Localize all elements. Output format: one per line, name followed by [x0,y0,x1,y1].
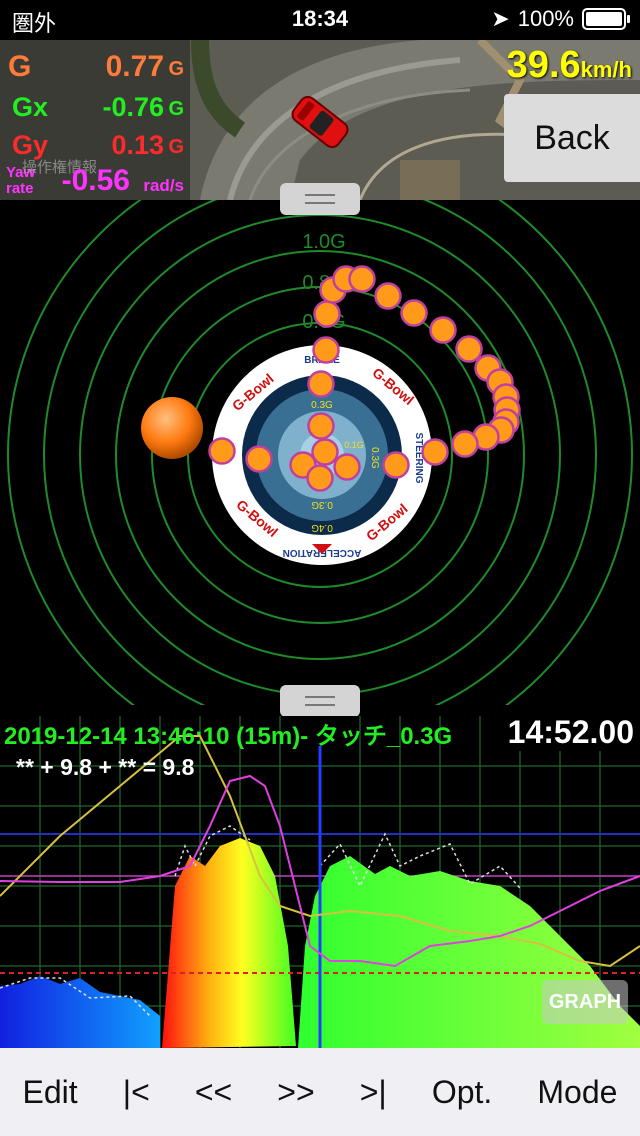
trail-dot [374,282,402,310]
options-button[interactable]: Opt. [428,1066,496,1119]
mode-button[interactable]: Mode [533,1066,621,1119]
back-button[interactable]: Back [504,94,640,182]
graph-formula: ** + 9.8 + ** = 9.8 [16,754,195,780]
inner-label-outer: 0.4G [311,522,333,533]
graph-time: 14:52.00 [505,714,636,751]
trail-dot [312,336,340,364]
jump-end-button[interactable]: >| [356,1066,391,1119]
gx-value: -0.76 [102,92,164,122]
battery-percent: 100% [517,6,574,31]
inner-label-right: 0.3G [369,447,380,469]
label-steering: STEERING [413,432,424,483]
inner-label-bottom: 0.3G [311,499,333,510]
status-bar: 圏外 18:34 ➤ 100% [0,0,640,40]
gy-value: 0.13 [111,130,164,160]
g-readout-panel: G 0.77 G Gx -0.76 G Gy 0.13 G Yaw rate 操… [0,40,190,200]
trail-dot [348,265,376,293]
gx-unit: G [168,98,184,120]
g-bowl-panel: 1.0G 0.8G 0.6G G-Bowl G-Bowl G-Bowl G-Bo… [0,200,640,705]
yaw-label-2: rate [6,180,34,197]
jump-start-button[interactable]: |< [119,1066,154,1119]
gx-label: Gx [12,92,49,122]
gy-unit: G [168,136,184,158]
g-label: G [8,50,32,83]
speed-readout: 39.6km/h [507,44,632,87]
speed-value: 39.6 [506,44,581,86]
yaw-unit: rad/s [143,176,184,195]
trail-dot [307,370,335,398]
trail-dot [245,445,273,473]
inner-label-small: 0.1G [344,440,364,450]
graph-title: 2019-12-14 13:46:10 (15m)- タッチ_0.3G [4,723,453,750]
current-g-ball [141,397,203,459]
resize-handle-bottom[interactable] [280,685,360,717]
bottom-toolbar: Edit |< << >> >| Opt. Mode [0,1048,640,1136]
g-unit: G [168,58,184,80]
speed-unit: km/h [580,57,632,82]
trail-dot [429,316,457,344]
trail-dot [333,453,361,481]
trail-dot [382,451,410,479]
ring-label-1: 1.0G [302,231,345,253]
status-right: ➤ 100% [491,6,630,32]
g-value: 0.77 [105,50,164,83]
trail-dot [400,299,428,327]
trail-dot [311,438,339,466]
rewind-button[interactable]: << [191,1066,236,1119]
forward-button[interactable]: >> [273,1066,318,1119]
trail-dot [306,464,334,492]
resize-handle-top[interactable] [280,183,360,215]
trail-dot [455,335,483,363]
trail-dot [421,438,449,466]
location-icon: ➤ [491,6,510,31]
battery-icon [582,8,630,30]
trail-dot [313,300,341,328]
trail-dot [208,437,236,465]
graph-button[interactable]: GRAPH [542,980,628,1024]
trail-dot [451,430,479,458]
inner-label-top: 0.3G [311,400,333,411]
edit-button[interactable]: Edit [19,1066,82,1119]
trail-dot [307,412,335,440]
yaw-value: -0.56 [61,164,130,197]
